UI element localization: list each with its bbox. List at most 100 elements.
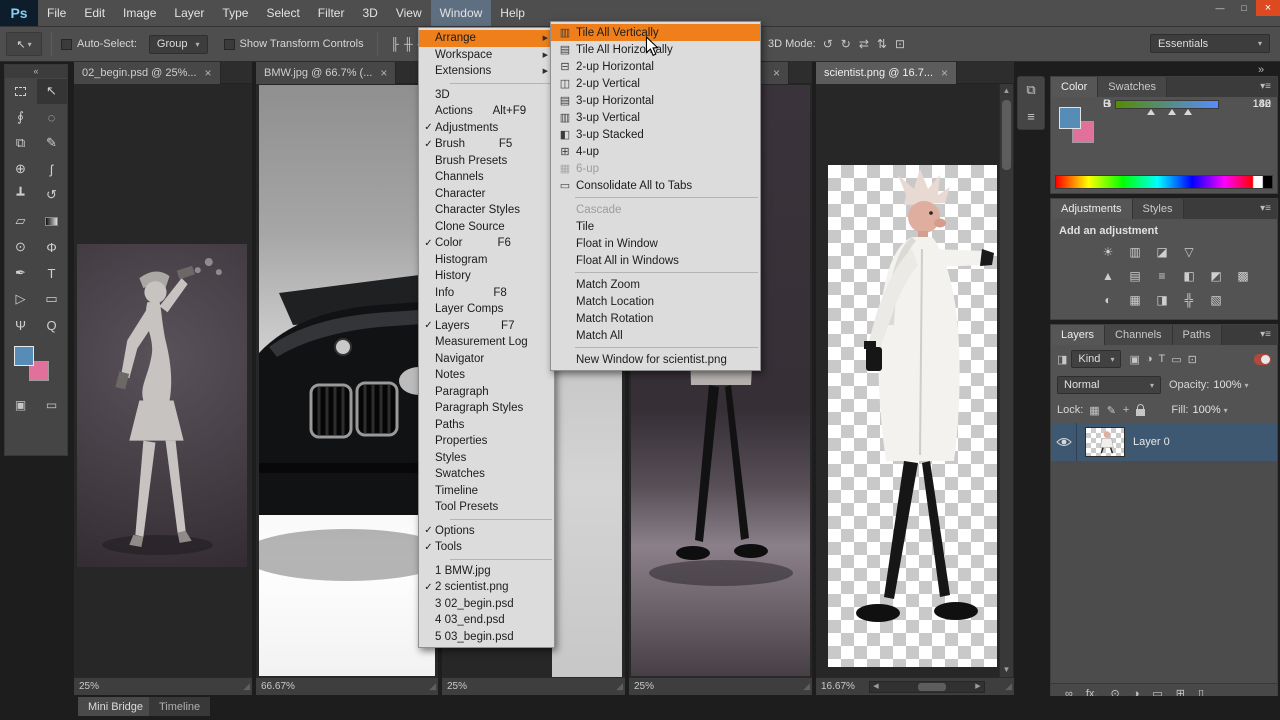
document-tab-scientist[interactable]: scientist.png @ 16.7... × (816, 62, 958, 84)
history-brush-tool[interactable]: ↺ (37, 183, 67, 208)
layer-filter-toggle[interactable] (1254, 353, 1271, 365)
window-menu-item[interactable]: Navigator (419, 351, 554, 368)
window-menu-item[interactable]: Swatches (419, 466, 554, 483)
lock-position-icon[interactable]: + (1123, 404, 1129, 416)
filter-pixel-layers-icon[interactable]: ▣ (1129, 353, 1139, 366)
menubar-item[interactable]: Help (491, 0, 534, 26)
arrange-menu-item[interactable]: Match Rotation (551, 310, 760, 327)
foreground-color-swatch[interactable] (1059, 107, 1081, 129)
resize-grip-icon[interactable]: ◢ (1005, 681, 1014, 692)
zoom-tool[interactable]: Q (37, 313, 67, 338)
brush-tool[interactable]: ʃ (37, 157, 67, 182)
kind-filter-dropdown[interactable]: Kind ▾ (1071, 350, 1122, 368)
eraser-tool[interactable]: ▱ (6, 209, 36, 234)
window-menu-item[interactable]: Paths (419, 417, 554, 434)
window-menu-item[interactable]: ✓ Adjustments (419, 120, 554, 137)
panel-tab[interactable]: Swatches (1098, 77, 1167, 97)
quick-selection-tool[interactable]: ◌ (37, 105, 67, 130)
window-menu-item[interactable] (419, 556, 554, 563)
menubar-item[interactable]: Select (257, 0, 308, 26)
window-menu-item[interactable]: ✓ Brush F5 (419, 136, 554, 153)
arrange-menu-item[interactable]: Match Zoom (551, 276, 760, 293)
dodge-tool[interactable]: Φ (37, 235, 67, 260)
window-menu-item[interactable]: 1 BMW.jpg (419, 563, 554, 580)
arrange-menu-item[interactable]: Float in Window (551, 235, 760, 252)
canvas-bmw-photo[interactable] (259, 85, 435, 676)
close-icon[interactable]: × (205, 66, 212, 80)
lock-pixels-icon[interactable]: ✎ (1107, 404, 1116, 417)
arrange-menu-item[interactable]: ▭ Consolidate All to Tabs (551, 177, 760, 194)
scrollbar-thumb[interactable] (1002, 100, 1011, 170)
window-menu-item[interactable]: 4 03_end.psd (419, 612, 554, 629)
filter-shape-layers-icon[interactable]: ▭ (1171, 353, 1181, 366)
layer-thumbnail[interactable] (1085, 427, 1125, 457)
arrange-menu-item[interactable]: Cascade (551, 201, 760, 218)
menubar-item[interactable]: Type (213, 0, 257, 26)
arrange-menu-item[interactable]: Match All (551, 327, 760, 344)
resize-grip-icon[interactable]: ◢ (616, 681, 625, 692)
window-menu-item[interactable]: Paragraph (419, 384, 554, 401)
menubar-item[interactable]: Edit (75, 0, 114, 26)
color-balance-icon[interactable]: ≡ (1151, 267, 1173, 285)
window-menu-item[interactable]: Histogram (419, 252, 554, 269)
menubar-item[interactable]: Filter (309, 0, 354, 26)
arrange-menu-item[interactable] (551, 344, 760, 351)
minimize-button[interactable]: — (1208, 0, 1232, 15)
arrange-menu-item[interactable] (551, 194, 760, 201)
history-panel-icon[interactable]: ⧉ (1018, 77, 1044, 103)
pan-3d-icon[interactable]: ⇄ (859, 37, 869, 51)
resize-grip-icon[interactable]: ◢ (243, 681, 252, 692)
scroll-left-icon[interactable]: ◀ (870, 682, 882, 692)
window-menu-item[interactable]: Styles (419, 450, 554, 467)
window-menu-item[interactable]: Measurement Log (419, 334, 554, 351)
window-menu-item[interactable]: Channels (419, 169, 554, 186)
window-menu-item[interactable]: Extensions ▶ (419, 63, 554, 80)
arrange-menu-item[interactable]: ⊞ 4-up (551, 143, 760, 160)
scroll-right-icon[interactable]: ▶ (972, 682, 984, 692)
mini-bridge-tab[interactable]: Mini Bridge (78, 697, 154, 716)
rectangular-marquee-tool[interactable] (6, 79, 36, 104)
window-menu-item[interactable]: ✓ Tools (419, 539, 554, 556)
black-white-icon[interactable]: ◧ (1178, 267, 1200, 285)
shape-tool[interactable]: ▭ (37, 287, 67, 312)
path-selection-tool[interactable]: ▷ (6, 287, 36, 312)
arrange-menu-item[interactable]: Match Location (551, 293, 760, 310)
panel-tab[interactable]: Styles (1132, 199, 1184, 219)
arrange-menu-item[interactable]: Float All in Windows (551, 252, 760, 269)
healing-brush-tool[interactable]: ⊕ (6, 157, 36, 182)
panel-menu-icon[interactable]: ▾≡ (1260, 77, 1277, 97)
window-menu-item[interactable]: Info F8 (419, 285, 554, 302)
filter-type-layers-icon[interactable]: T (1159, 353, 1166, 366)
window-menu-item[interactable]: History (419, 268, 554, 285)
zoom-level[interactable]: 25% (447, 681, 467, 692)
filter-adjustment-layers-icon[interactable]: ◑ (1146, 353, 1153, 366)
posterize-icon[interactable]: ▦ (1124, 291, 1146, 309)
layer-name[interactable]: Layer 0 (1133, 436, 1170, 448)
hue-saturation-icon[interactable]: ▤ (1124, 267, 1146, 285)
curves-icon[interactable]: ◪ (1151, 243, 1173, 261)
invert-icon[interactable]: ◐ (1097, 291, 1119, 309)
arrange-menu-item[interactable]: ▤ 3-up Horizontal (551, 92, 760, 109)
window-menu-item[interactable]: Notes (419, 367, 554, 384)
arrange-menu-item[interactable]: Tile (551, 218, 760, 235)
timeline-tab[interactable]: Timeline (149, 697, 211, 716)
arrange-menu-item[interactable]: ▦ 6-up (551, 160, 760, 177)
slider-thumb-icon[interactable] (1184, 108, 1193, 115)
auto-select-checkbox[interactable] (61, 38, 72, 50)
window-menu-item[interactable]: Arrange ▶ (419, 30, 554, 47)
channel-mixer-icon[interactable]: ▩ (1232, 267, 1254, 285)
zoom-level[interactable]: 66.67% (261, 681, 295, 692)
window-menu-item[interactable] (419, 80, 554, 87)
visibility-cell[interactable] (1051, 423, 1077, 461)
window-menu-item[interactable]: Actions Alt+F9 (419, 103, 554, 120)
panel-tab[interactable]: Color (1051, 77, 1099, 97)
window-menu-item[interactable]: 3 02_begin.psd (419, 596, 554, 613)
panel-menu-icon[interactable]: ▾≡ (1260, 199, 1277, 219)
close-icon[interactable]: × (941, 66, 948, 80)
arrange-menu-item[interactable]: ◧ 3-up Stacked (551, 126, 760, 143)
window-menu-item[interactable]: Clone Source (419, 219, 554, 236)
orbit-3d-icon[interactable]: ↺ (823, 37, 833, 51)
panel-tab[interactable]: Layers (1051, 325, 1106, 345)
align-horizontal-centers-icon[interactable]: ╫ (404, 37, 413, 51)
menubar-item[interactable]: Window (430, 0, 492, 26)
